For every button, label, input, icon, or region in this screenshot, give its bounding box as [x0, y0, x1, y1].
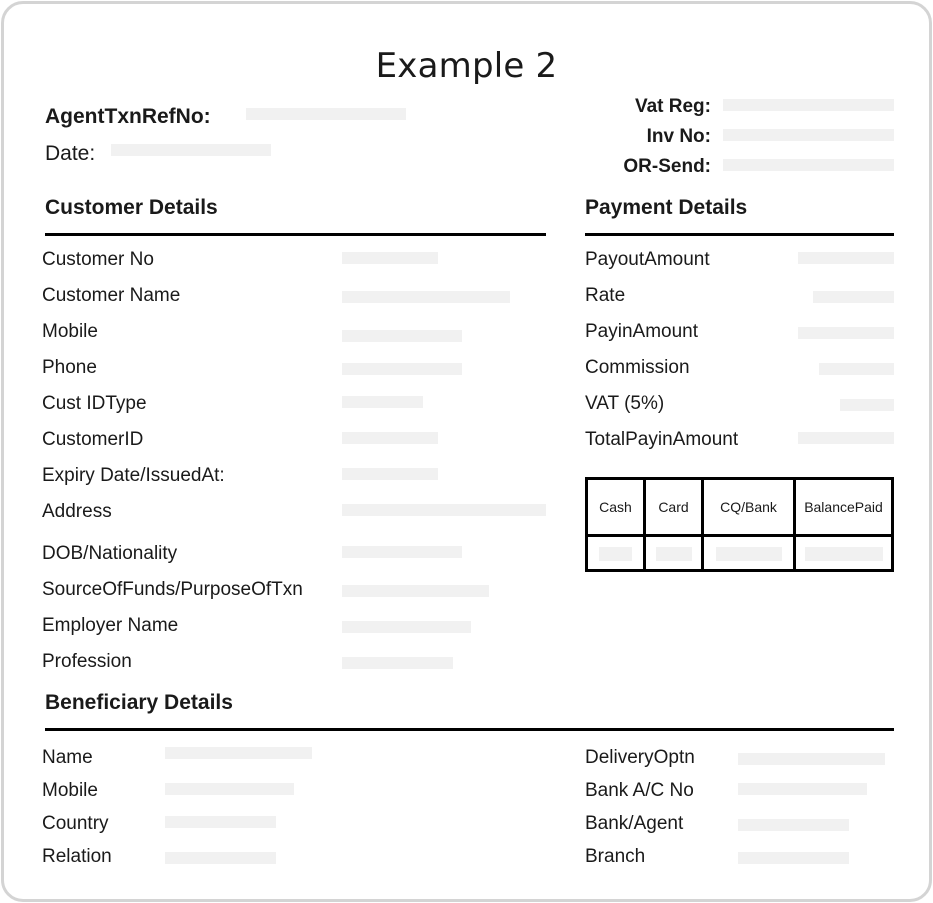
agent-txn-ref-label: AgentTxnRefNo:: [45, 105, 211, 128]
customer-field-label: Customer Name: [42, 285, 181, 306]
beneficiary-name-field[interactable]: [165, 747, 312, 759]
table-header-card: Card: [643, 477, 704, 537]
cust-id-type-field[interactable]: [342, 396, 423, 408]
customer-field-label: DOB/Nationality: [42, 543, 178, 564]
payment-field-label: Rate: [585, 285, 626, 306]
or-send-field[interactable]: [723, 159, 894, 171]
customer-no-field[interactable]: [342, 252, 438, 264]
beneficiary-mobile-field[interactable]: [165, 783, 294, 795]
beneficiary-divider: [45, 728, 894, 731]
payment-field-label: PayinAmount: [585, 321, 699, 342]
bank-agent-field[interactable]: [738, 819, 849, 831]
customer-field-label: SourceOfFunds/PurposeOfTxn: [42, 579, 303, 600]
bank-account-no-field[interactable]: [738, 783, 867, 795]
payment-field-label: VAT (5%): [585, 393, 665, 414]
beneficiary-field-label: Relation: [42, 846, 112, 867]
customer-field-label: Employer Name: [42, 615, 179, 636]
address-field[interactable]: [342, 504, 546, 516]
beneficiary-field-label: Country: [42, 813, 109, 834]
customer-field-label: CustomerID: [42, 429, 144, 450]
beneficiary-details-heading: Beneficiary Details: [45, 691, 233, 714]
agent-txn-ref-field[interactable]: [246, 108, 406, 120]
beneficiary-field-label: Mobile: [42, 780, 98, 801]
cq-bank-cell[interactable]: [701, 534, 796, 572]
date-field[interactable]: [111, 144, 271, 156]
balance-paid-field[interactable]: [804, 547, 883, 562]
phone-field[interactable]: [342, 363, 462, 375]
vat-field[interactable]: [840, 399, 894, 411]
customer-field-label: Phone: [42, 357, 97, 378]
balance-paid-cell[interactable]: [793, 534, 894, 572]
customer-id-field[interactable]: [342, 432, 438, 444]
beneficiary-country-field[interactable]: [165, 816, 276, 828]
payment-details-heading: Payment Details: [585, 196, 748, 219]
dob-nationality-field[interactable]: [342, 546, 462, 558]
profession-field[interactable]: [342, 657, 453, 669]
payment-field-label: TotalPayinAmount: [585, 429, 739, 450]
beneficiary-relation-field[interactable]: [165, 852, 276, 864]
or-send-label: OR-Send:: [623, 156, 711, 177]
cash-cell[interactable]: [585, 534, 646, 572]
table-header-cq-bank: CQ/Bank: [701, 477, 796, 537]
vat-reg-field[interactable]: [723, 99, 894, 111]
beneficiary-field-label: Name: [42, 747, 93, 768]
total-payin-amount-field[interactable]: [798, 432, 894, 444]
customer-field-label: Cust IDType: [42, 393, 147, 414]
rate-field[interactable]: [813, 291, 894, 303]
cq-bank-field[interactable]: [715, 547, 782, 562]
cash-field[interactable]: [599, 547, 632, 562]
customer-details-heading: Customer Details: [45, 196, 218, 219]
payment-field-label: Commission: [585, 357, 690, 378]
beneficiary-field-label: Branch: [585, 846, 646, 867]
customer-field-label: Mobile: [42, 321, 98, 342]
beneficiary-field-label: Bank A/C No: [585, 780, 694, 801]
payin-amount-field[interactable]: [798, 327, 894, 339]
customer-divider: [45, 233, 546, 236]
customer-field-label: Profession: [42, 651, 132, 672]
card-field[interactable]: [655, 547, 692, 562]
customer-field-label: Address: [42, 501, 112, 522]
inv-no-field[interactable]: [723, 129, 894, 141]
source-of-funds-field[interactable]: [342, 585, 489, 597]
customer-field-label: Customer No: [42, 249, 154, 270]
payout-amount-field[interactable]: [798, 252, 894, 264]
payment-method-table: Cash Card CQ/Bank BalancePaid: [585, 477, 894, 572]
vat-reg-label: Vat Reg:: [634, 96, 711, 117]
delivery-option-field[interactable]: [738, 753, 885, 765]
inv-no-label: Inv No:: [646, 126, 711, 147]
payment-divider: [585, 233, 894, 236]
customer-name-field[interactable]: [342, 291, 510, 303]
mobile-field[interactable]: [342, 330, 462, 342]
table-header-balance-paid: BalancePaid: [793, 477, 894, 537]
branch-field[interactable]: [738, 852, 849, 864]
table-header-cash: Cash: [585, 477, 646, 537]
expiry-date-field[interactable]: [342, 468, 438, 480]
employer-name-field[interactable]: [342, 621, 471, 633]
date-label: Date:: [45, 142, 96, 165]
commission-field[interactable]: [819, 363, 894, 375]
document-title: Example 2: [375, 46, 558, 86]
card-cell[interactable]: [643, 534, 704, 572]
payment-field-label: PayoutAmount: [585, 249, 710, 270]
beneficiary-field-label: Bank/Agent: [585, 813, 684, 834]
beneficiary-field-label: DeliveryOptn: [585, 747, 695, 768]
customer-field-label: Expiry Date/IssuedAt:: [42, 465, 225, 486]
